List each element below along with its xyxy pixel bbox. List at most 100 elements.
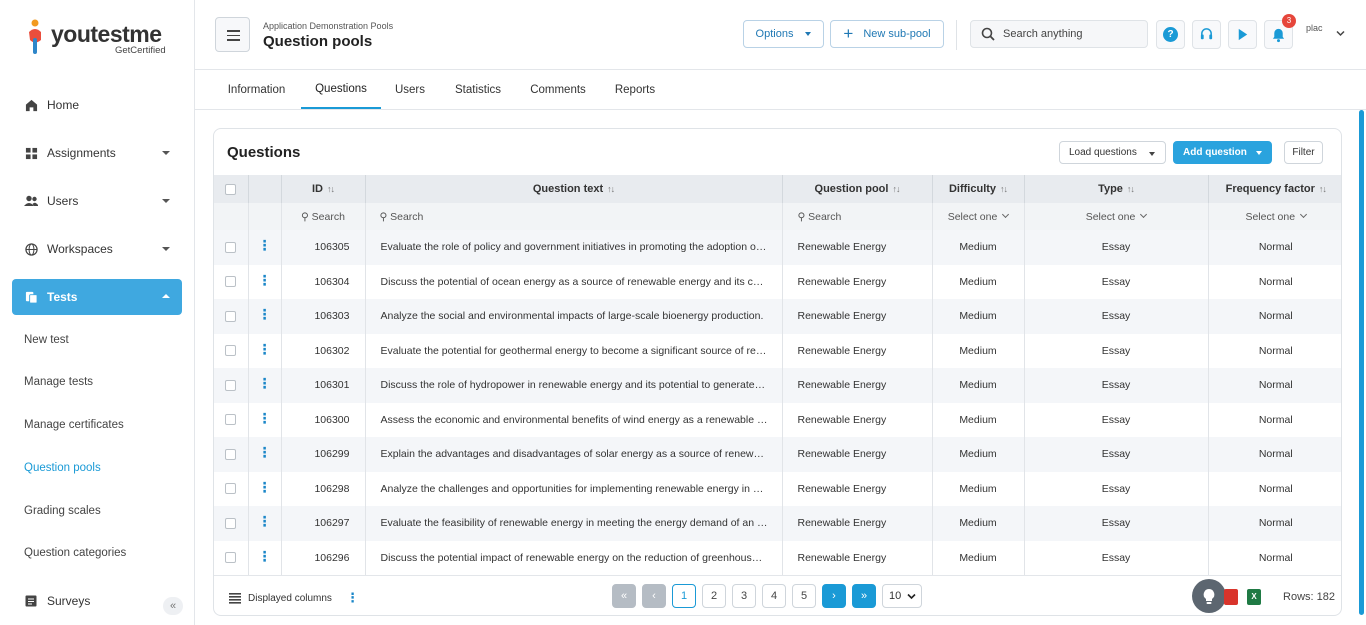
page-button-5[interactable]: 5: [792, 584, 816, 608]
sidebar-sub-question-categories[interactable]: Question categories: [24, 547, 126, 559]
add-question-button[interactable]: Add question: [1173, 141, 1272, 164]
displayed-columns-control[interactable]: Displayed columns ⋮: [229, 590, 359, 606]
question-text-cell[interactable]: Evaluate the potential for geothermal en…: [365, 333, 783, 368]
play-button[interactable]: [1228, 20, 1257, 49]
breadcrumb[interactable]: Application Demonstration Pools: [263, 21, 393, 31]
page-button-1[interactable]: 1: [672, 584, 696, 608]
sidebar-item-workspaces[interactable]: Workspaces: [12, 231, 182, 267]
table-row[interactable]: ⋮ 106303 Analyze the social and environmen…: [214, 299, 1341, 334]
tab-statistics[interactable]: Statistics: [445, 70, 511, 109]
kebab-icon[interactable]: ⋮: [258, 445, 272, 459]
kebab-icon[interactable]: ⋮: [258, 514, 272, 528]
kebab-icon[interactable]: ⋮: [258, 549, 272, 563]
sidebar-item-users[interactable]: Users: [12, 183, 182, 219]
frequency-filter-select[interactable]: Select one: [1208, 203, 1341, 230]
page-button-4[interactable]: 4: [762, 584, 786, 608]
question-text-filter-input[interactable]: ⚲ Search: [365, 203, 783, 230]
row-checkbox[interactable]: [225, 379, 237, 391]
first-page-button[interactable]: «: [612, 584, 636, 608]
table-row[interactable]: ⋮ 106305 Evaluate the role of policy and g…: [214, 230, 1341, 265]
table-row[interactable]: ⋮ 106304 Discuss the potential of ocean en…: [214, 264, 1341, 299]
row-checkbox[interactable]: [225, 310, 237, 322]
column-header-question-pool[interactable]: Question pool ↑↓: [782, 175, 933, 203]
row-checkbox[interactable]: [225, 241, 237, 253]
table-row[interactable]: ⋮ 106298 Analyze the challenges and opport…: [214, 471, 1341, 506]
tab-users[interactable]: Users: [385, 70, 435, 109]
id-filter-input[interactable]: ⚲ Search: [281, 203, 366, 230]
row-checkbox[interactable]: [225, 276, 237, 288]
table-row[interactable]: ⋮ 106301 Discuss the role of hydropower in…: [214, 368, 1341, 403]
column-header-question-text[interactable]: Question text ↑↓: [365, 175, 783, 203]
sidebar-sub-manage-certificates[interactable]: Manage certificates: [24, 419, 124, 431]
sidebar-item-home[interactable]: Home: [12, 87, 182, 123]
question-text-cell[interactable]: Assess the economic and environmental be…: [365, 402, 783, 437]
page-button-2[interactable]: 2: [702, 584, 726, 608]
rows-per-page-select[interactable]: 10: [882, 584, 922, 608]
filter-button[interactable]: Filter: [1284, 141, 1323, 164]
new-subpool-button[interactable]: + New sub-pool: [830, 20, 944, 48]
column-header-type[interactable]: Type ↑↓: [1024, 175, 1209, 203]
sidebar-item-surveys[interactable]: Surveys: [12, 583, 182, 619]
notifications-button[interactable]: 3: [1264, 14, 1296, 49]
kebab-icon[interactable]: ⋮: [258, 238, 272, 252]
avatar[interactable]: plac: [1306, 23, 1328, 47]
table-row[interactable]: ⋮ 106302 Evaluate the potential for geothe…: [214, 333, 1341, 368]
kebab-icon[interactable]: ⋮: [258, 480, 272, 494]
row-checkbox[interactable]: [225, 345, 237, 357]
question-text-cell[interactable]: Analyze the social and environmental imp…: [365, 299, 783, 334]
table-row[interactable]: ⋮ 106299 Explain the advantages and disadv…: [214, 437, 1341, 472]
hint-button[interactable]: [1192, 579, 1226, 613]
page-button-3[interactable]: 3: [732, 584, 756, 608]
global-search-input[interactable]: Search anything: [970, 20, 1148, 48]
sidebar-sub-grading-scales[interactable]: Grading scales: [24, 505, 101, 517]
table-row[interactable]: ⋮ 106300 Assess the economic and environme…: [214, 402, 1341, 437]
next-page-button[interactable]: ›: [822, 584, 846, 608]
row-checkbox[interactable]: [225, 517, 237, 529]
type-filter-select[interactable]: Select one: [1024, 203, 1209, 230]
tab-questions[interactable]: Questions: [301, 70, 381, 109]
table-row[interactable]: ⋮ 106296 Discuss the potential impact of r…: [214, 540, 1341, 575]
export-excel-icon[interactable]: X: [1247, 589, 1261, 605]
kebab-icon[interactable]: ⋮: [258, 273, 272, 287]
column-header-difficulty[interactable]: Difficulty ↑↓: [932, 175, 1025, 203]
question-text-cell[interactable]: Discuss the role of hydropower in renewa…: [365, 368, 783, 403]
question-pool-filter-input[interactable]: ⚲ Search: [782, 203, 933, 230]
tab-information[interactable]: Information: [215, 70, 298, 109]
difficulty-filter-select[interactable]: Select one: [932, 203, 1025, 230]
tab-reports[interactable]: Reports: [605, 70, 665, 109]
row-checkbox[interactable]: [225, 483, 237, 495]
options-button[interactable]: Options: [743, 20, 824, 48]
kebab-icon[interactable]: ⋮: [258, 342, 272, 356]
question-text-cell[interactable]: Discuss the potential impact of renewabl…: [365, 540, 783, 575]
menu-toggle-button[interactable]: [215, 17, 250, 52]
kebab-icon[interactable]: ⋮: [346, 590, 359, 606]
tab-comments[interactable]: Comments: [522, 70, 594, 109]
sidebar-sub-question-pools[interactable]: Question pools: [24, 462, 101, 474]
column-header-id[interactable]: ID ↑↓: [281, 175, 366, 203]
kebab-icon[interactable]: ⋮: [258, 376, 272, 390]
question-text-cell[interactable]: Explain the advantages and disadvantages…: [365, 437, 783, 472]
export-pdf-icon[interactable]: [1224, 589, 1238, 605]
brand-logo[interactable]: youtestme GetCertified: [24, 18, 174, 58]
support-button[interactable]: [1192, 20, 1221, 49]
sidebar-sub-manage-tests[interactable]: Manage tests: [24, 376, 93, 388]
sidebar-item-tests[interactable]: Tests: [12, 279, 182, 315]
page-scrollbar[interactable]: [1359, 110, 1364, 615]
row-checkbox[interactable]: [225, 448, 237, 460]
row-checkbox[interactable]: [225, 414, 237, 426]
row-checkbox[interactable]: [225, 552, 237, 564]
sidebar-sub-new-test[interactable]: New test: [24, 334, 69, 346]
select-all-checkbox[interactable]: [225, 183, 237, 195]
prev-page-button[interactable]: ‹: [642, 584, 666, 608]
kebab-icon[interactable]: ⋮: [258, 411, 272, 425]
question-text-cell[interactable]: Analyze the challenges and opportunities…: [365, 471, 783, 506]
last-page-button[interactable]: »: [852, 584, 876, 608]
help-button[interactable]: ?: [1156, 20, 1185, 49]
collapse-sidebar-button[interactable]: «: [163, 597, 183, 615]
question-text-cell[interactable]: Discuss the potential of ocean energy as…: [365, 264, 783, 299]
kebab-icon[interactable]: ⋮: [258, 307, 272, 321]
column-header-frequency-factor[interactable]: Frequency factor ↑↓: [1208, 175, 1341, 203]
question-text-cell[interactable]: Evaluate the feasibility of renewable en…: [365, 506, 783, 541]
question-text-cell[interactable]: Evaluate the role of policy and governme…: [365, 230, 783, 265]
sidebar-item-assignments[interactable]: Assignments: [12, 135, 182, 171]
